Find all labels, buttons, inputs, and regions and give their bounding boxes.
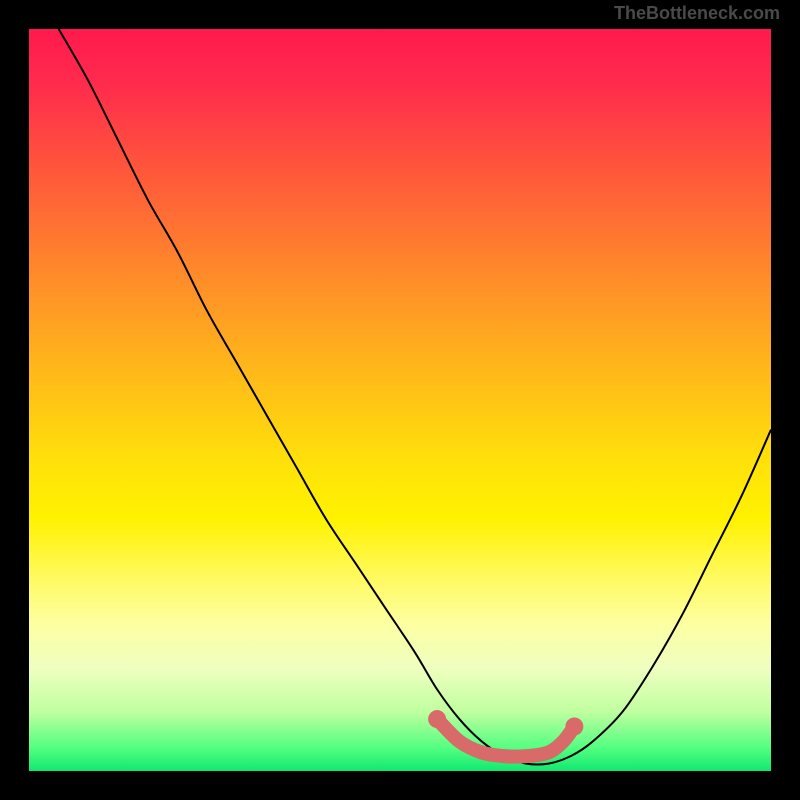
optimal-zone-start-dot (428, 710, 446, 728)
watermark-text: TheBottleneck.com (614, 3, 780, 24)
optimal-zone-marker (437, 719, 574, 757)
plot-svg (29, 29, 771, 771)
optimal-zone-end-dot (565, 717, 583, 735)
plot-area (29, 29, 771, 771)
chart-container: TheBottleneck.com (0, 0, 800, 800)
bottleneck-curve (59, 29, 771, 765)
